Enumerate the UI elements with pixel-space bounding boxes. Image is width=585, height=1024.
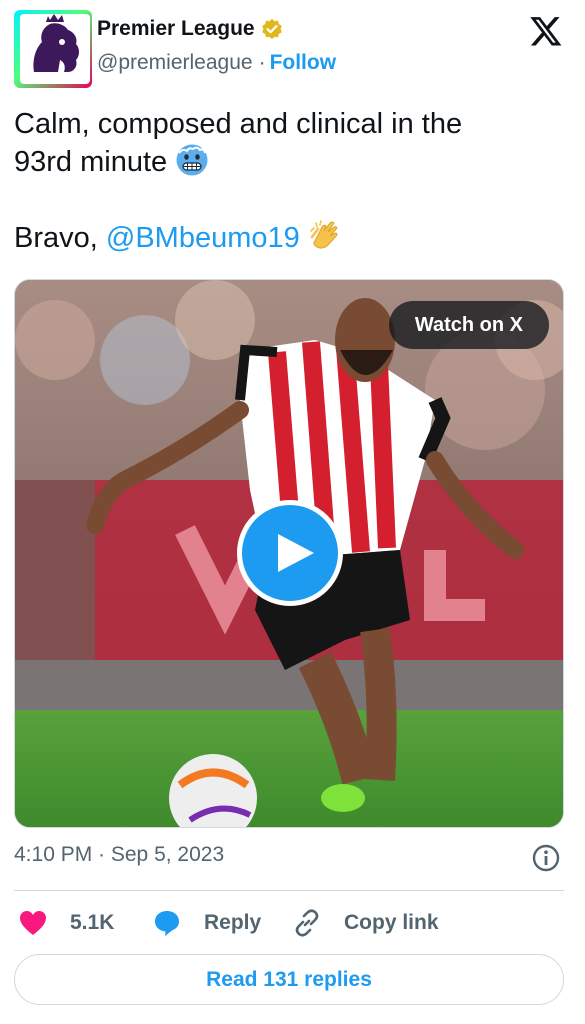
cold-face-emoji-icon [176,144,208,176]
account-name[interactable]: Premier League [97,17,255,41]
divider [14,890,564,891]
reply-bubble-icon [155,911,179,936]
play-button[interactable] [237,500,343,606]
watch-on-x-button[interactable]: Watch on X [388,301,549,349]
tweet-line-1: Calm, composed and clinical in the [14,108,463,140]
x-logo-icon[interactable] [529,14,563,48]
tweet-header: Premier League @premierleague · Follow [14,10,571,88]
copy-link-label: Copy link [344,911,439,934]
clapping-hands-emoji-icon [310,220,338,249]
heart-icon [20,911,46,935]
like-button[interactable]: 5.1K [18,900,114,946]
reply-button[interactable]: Reply [152,900,261,946]
account-handle[interactable]: @premierleague [97,51,253,75]
premier-league-logo-icon [20,14,90,84]
tweet-line-3: Bravo, @BMbeumo19 [14,219,554,257]
reply-label: Reply [204,911,262,934]
video-media[interactable]: Watch on X [14,279,564,828]
read-replies-button[interactable]: Read 131 replies [14,954,564,1005]
tweet-line-2: 93rd minute [14,143,554,181]
verified-badge-icon [261,19,282,39]
link-icon [295,909,319,937]
copy-link-button[interactable]: Copy link [292,900,439,946]
play-icon [278,534,314,572]
tweet-line-2-text: 93rd minute [14,146,168,178]
follow-button[interactable]: Follow [270,51,337,75]
tweet-line-3-text: Bravo, [14,222,106,254]
avatar[interactable] [14,10,92,88]
handle-separator: · [258,51,266,74]
mention-link[interactable]: @BMbeumo19 [106,222,300,254]
like-count: 5.1K [70,911,115,934]
tweet-text: Calm, composed and clinical in the 93rd … [14,105,554,257]
tweet-timestamp[interactable]: 4:10 PM · Sep 5, 2023 [14,843,224,867]
info-icon[interactable] [532,844,560,872]
tweet-actions: 5.1K Reply Copy link [14,900,564,946]
